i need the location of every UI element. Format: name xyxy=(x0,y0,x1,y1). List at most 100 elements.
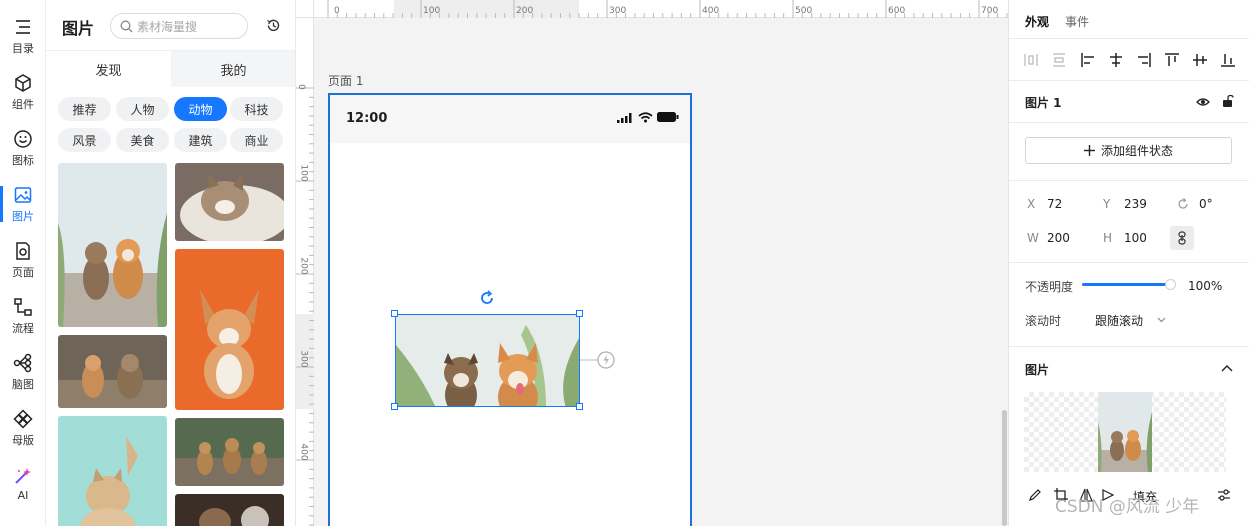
plus-icon xyxy=(1083,145,1095,156)
rail-item-images[interactable]: 图片 xyxy=(0,178,46,230)
chevron-up-icon[interactable] xyxy=(1221,364,1233,372)
x-label: X xyxy=(1027,197,1036,211)
rail-item-mindmap[interactable]: 脑图 xyxy=(0,346,46,398)
smile-icon xyxy=(14,129,32,148)
image-thumb-puppy-orange[interactable] xyxy=(175,249,284,410)
chip-animals[interactable]: 动物 xyxy=(174,97,227,121)
rail-item-catalog[interactable]: 目录 xyxy=(0,10,46,62)
align-center-v-icon[interactable] xyxy=(1192,52,1208,68)
unlock-icon[interactable] xyxy=(1222,95,1234,107)
rail-item-pages[interactable]: 页面 xyxy=(0,234,46,286)
ruler-top-label: 700 xyxy=(981,6,999,16)
chip-architecture[interactable]: 建筑 xyxy=(174,128,227,152)
image-thumb-dogs-dark[interactable] xyxy=(175,494,284,526)
resize-handle-ne[interactable] xyxy=(576,310,583,317)
chip-people[interactable]: 人物 xyxy=(116,97,169,121)
rail-item-components[interactable]: 组件 xyxy=(0,66,46,118)
distribute-horizontal-icon[interactable] xyxy=(1023,52,1039,68)
image-thumb-dogs-path[interactable] xyxy=(58,163,167,327)
align-bottom-icon[interactable] xyxy=(1220,52,1236,68)
rail-label: 目录 xyxy=(12,41,34,55)
ruler-top-label: 100 xyxy=(423,6,441,16)
scroll-select[interactable]: 跟随滚动 xyxy=(1095,312,1143,329)
canvas-scrollbar[interactable] xyxy=(1002,410,1007,526)
rail-label: 母版 xyxy=(12,433,34,447)
rail-item-icons[interactable]: 图标 xyxy=(0,122,46,174)
tab-discover[interactable]: 发现 xyxy=(46,51,171,87)
pen-icon[interactable] xyxy=(1028,488,1042,502)
ruler-top-label: 600 xyxy=(888,6,906,16)
y-label: Y xyxy=(1103,197,1111,211)
add-state-label: 添加组件状态 xyxy=(1100,144,1173,158)
image-section-title: 图片 xyxy=(1025,363,1050,377)
rotation-input[interactable]: 0° xyxy=(1199,197,1213,211)
opacity-slider-track[interactable] xyxy=(1082,283,1172,286)
h-input[interactable]: 100 xyxy=(1124,231,1147,245)
properties-panel: 外观 事件 图片 1 添加组件状态 X 72 Y 239 0° W 200 H … xyxy=(1008,0,1249,526)
ruler-left-label: 400 xyxy=(298,443,309,461)
tab-events[interactable]: 事件 xyxy=(1065,13,1089,30)
image-thumb-three-puppies[interactable] xyxy=(175,418,284,486)
align-right-icon[interactable] xyxy=(1136,52,1152,68)
image-thumb-cat-teal[interactable] xyxy=(58,416,167,526)
tab-mine[interactable]: 我的 xyxy=(171,51,295,87)
chevron-down-icon[interactable] xyxy=(1157,317,1166,323)
chip-recommend[interactable]: 推荐 xyxy=(58,97,111,121)
rail-label: 页面 xyxy=(12,265,34,279)
opacity-value[interactable]: 100% xyxy=(1188,279,1222,293)
align-left-icon[interactable] xyxy=(1080,52,1096,68)
history-icon[interactable] xyxy=(266,18,281,33)
chip-business[interactable]: 商业 xyxy=(230,128,283,152)
add-state-button[interactable]: 添加组件状态 xyxy=(1025,137,1232,164)
rail-label: 流程 xyxy=(12,321,34,335)
interaction-anchor[interactable] xyxy=(580,350,616,370)
chip-scenery[interactable]: 风景 xyxy=(58,128,111,152)
phone-frame[interactable]: 12:00 xyxy=(328,93,692,526)
rotate-icon[interactable] xyxy=(479,290,495,306)
resize-handle-nw[interactable] xyxy=(391,310,398,317)
resize-handle-se[interactable] xyxy=(576,403,583,410)
tab-appearance[interactable]: 外观 xyxy=(1025,13,1049,30)
image-thumb-sleeping-cat[interactable] xyxy=(175,163,284,241)
ruler-left-label: 300 xyxy=(298,350,309,368)
ruler-top-label: 300 xyxy=(609,6,627,16)
dogs-dark-photo xyxy=(175,494,284,526)
dogs-path-photo xyxy=(58,163,167,327)
status-time: 12:00 xyxy=(346,111,388,126)
selected-image[interactable] xyxy=(395,314,580,407)
rail-item-flow[interactable]: 流程 xyxy=(0,290,46,342)
cube-icon xyxy=(15,73,31,92)
ruler-left-label: 100 xyxy=(298,164,309,182)
chip-tech[interactable]: 科技 xyxy=(230,97,283,121)
divider xyxy=(1009,122,1249,123)
two-dogs-photo xyxy=(58,335,167,408)
eye-icon[interactable] xyxy=(1196,97,1210,107)
puppy-photo xyxy=(175,249,284,410)
align-center-h-icon[interactable] xyxy=(1108,52,1124,68)
wifi-icon xyxy=(638,112,653,123)
divider xyxy=(1009,346,1249,347)
opacity-slider-thumb[interactable] xyxy=(1165,279,1176,290)
distribute-vertical-icon[interactable] xyxy=(1051,52,1067,68)
cat-photo xyxy=(175,163,284,241)
align-top-icon[interactable] xyxy=(1164,52,1180,68)
image-preview[interactable] xyxy=(1024,392,1226,472)
scroll-label: 滚动时 xyxy=(1025,314,1062,328)
search-input[interactable]: 素材海量搜 xyxy=(110,13,248,39)
settings-sliders-icon[interactable] xyxy=(1217,488,1231,502)
rail-item-ai[interactable]: AI xyxy=(0,458,46,510)
resize-handle-sw[interactable] xyxy=(391,403,398,410)
flow-icon xyxy=(14,297,32,316)
w-input[interactable]: 200 xyxy=(1047,231,1070,245)
y-input[interactable]: 239 xyxy=(1124,197,1147,211)
rail-item-master[interactable]: 母版 xyxy=(0,402,46,454)
left-rail: 目录 组件 图标 图片 页面 流程 脑图 母版 AI xyxy=(0,0,46,526)
ruler-top: 0 100 200 300 400 500 600 700 xyxy=(314,0,1008,18)
three-puppies-photo xyxy=(175,418,284,486)
lock-ratio-button[interactable] xyxy=(1170,226,1194,250)
search-icon xyxy=(120,20,133,32)
image-thumb-two-dogs[interactable] xyxy=(58,335,167,408)
x-input[interactable]: 72 xyxy=(1047,197,1062,211)
canvas-area[interactable]: 0 100 200 300 400 500 600 700 0 100 200 … xyxy=(296,0,1008,526)
chip-food[interactable]: 美食 xyxy=(116,128,169,152)
